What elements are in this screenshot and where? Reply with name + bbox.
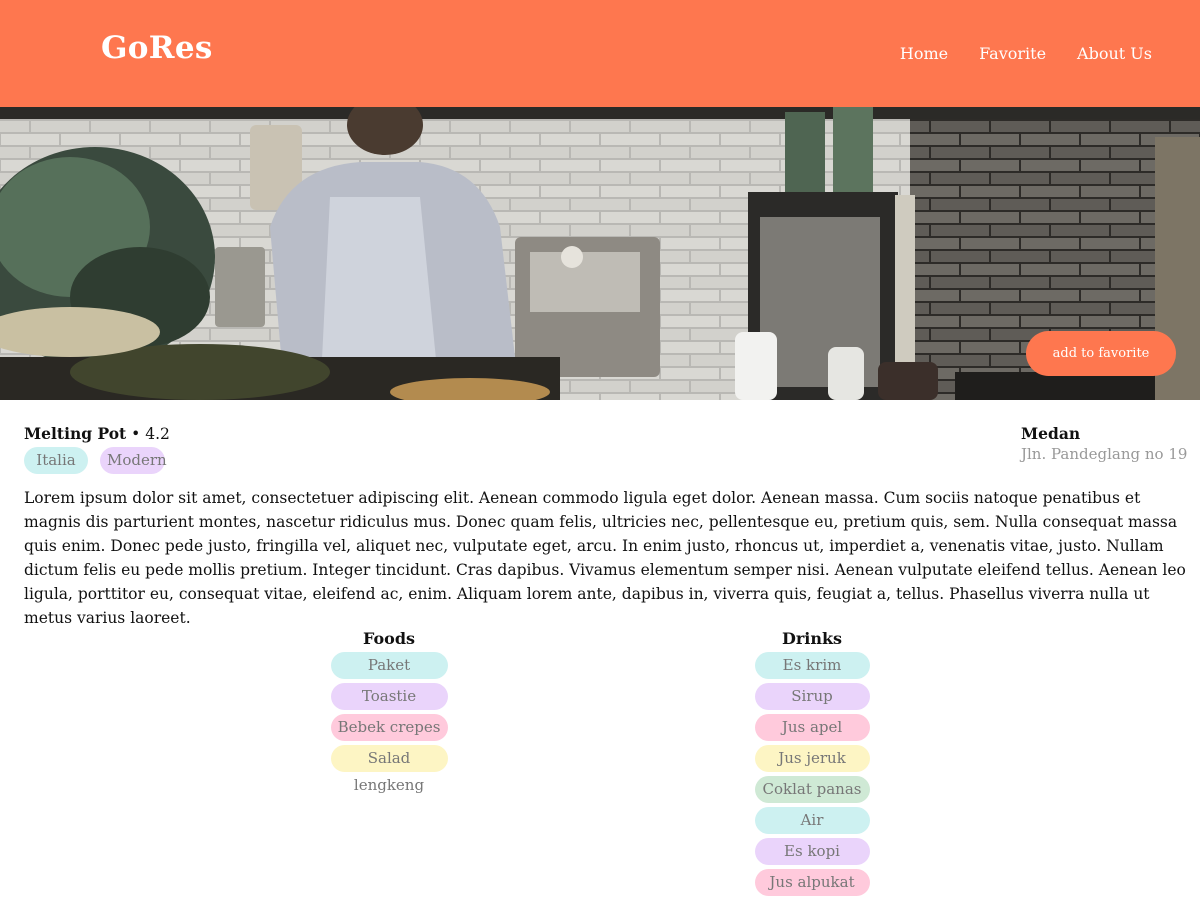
title-separator: • xyxy=(126,425,146,443)
restaurant-name: Melting Pot xyxy=(24,424,127,443)
food-item: Bebek crepes xyxy=(330,714,448,741)
restaurant-rating: 4.2 xyxy=(145,425,170,443)
drink-item: Jus apel xyxy=(754,714,870,741)
drink-item: Sirup xyxy=(754,683,870,710)
restaurant-city: Medan xyxy=(1021,424,1081,443)
drink-item: Es kopi xyxy=(754,838,870,865)
main-nav: Home Favorite About Us xyxy=(900,44,1152,63)
category-list: Italia Modern xyxy=(24,447,170,474)
drink-item: Es krim xyxy=(754,652,870,679)
restaurant-header: Melting Pot • 4.2 Italia Modern xyxy=(24,424,170,474)
brand-logo[interactable]: GoRes xyxy=(101,30,213,66)
nav-about-link[interactable]: About Us xyxy=(1077,44,1152,63)
food-item: Salad lengkeng xyxy=(330,745,448,794)
drinks-menu: Drinks Es krim Sirup Jus apel Jus jeruk … xyxy=(754,629,870,900)
foods-title: Foods xyxy=(362,629,416,648)
category-badge: Italia xyxy=(24,447,88,474)
nav-home-link[interactable]: Home xyxy=(900,44,948,63)
drink-item: Jus jeruk xyxy=(754,745,870,772)
add-to-favorite-button[interactable]: add to favorite xyxy=(1026,331,1176,376)
drink-item: Jus alpukat xyxy=(754,869,870,896)
restaurant-address: Jln. Pandeglang no 19 xyxy=(1021,445,1188,463)
restaurant-title-line: Melting Pot • 4.2 xyxy=(24,424,170,443)
food-item: Paket rosemary xyxy=(330,652,448,701)
top-header: GoRes Home Favorite About Us xyxy=(0,0,1200,107)
food-item: Toastie salmon xyxy=(330,683,448,732)
restaurant-location: Medan Jln. Pandeglang no 19 xyxy=(1021,424,1187,463)
cafe-kitchen-photo-icon xyxy=(0,107,1200,400)
drinks-title: Drinks xyxy=(781,629,843,648)
restaurant-description: Lorem ipsum dolor sit amet, consectetuer… xyxy=(24,489,1186,627)
drink-item: Air xyxy=(754,807,870,834)
drink-item: Coklat panas xyxy=(754,776,870,803)
nav-favorite-link[interactable]: Favorite xyxy=(979,44,1046,63)
category-badge: Modern xyxy=(100,447,167,474)
foods-menu: Foods Paket rosemary Toastie salmon Bebe… xyxy=(330,629,448,794)
hero-image xyxy=(0,107,1200,400)
